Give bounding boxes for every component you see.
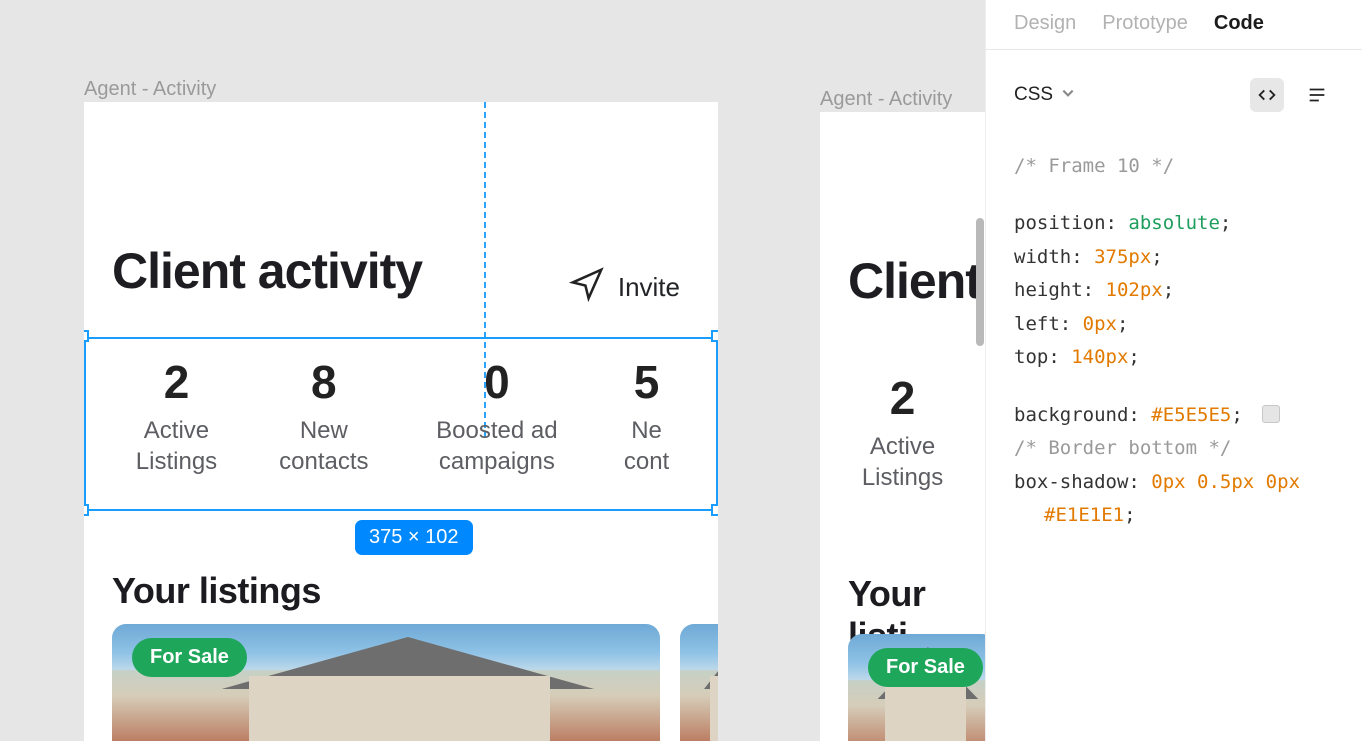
invite-button[interactable]: Invite [568, 265, 680, 310]
canvas-scrollbar[interactable] [976, 218, 984, 346]
listing-card[interactable]: For Sale [848, 634, 985, 741]
page-title: Client [848, 252, 985, 310]
tab-prototype[interactable]: Prototype [1102, 12, 1188, 35]
color-swatch[interactable] [1262, 405, 1280, 423]
frame-label-b[interactable]: Agent - Activity [820, 88, 952, 111]
artboard-agent-activity-a[interactable]: Client activity Invite 2 ActiveListings … [84, 102, 718, 741]
selection-dimensions-badge: 375 × 102 [355, 520, 473, 555]
code-line: box-shadow: 0px 0.5px 0px [1014, 468, 1334, 497]
tab-design[interactable]: Design [1014, 12, 1076, 35]
send-icon [568, 265, 606, 310]
inspector-panel: Design Prototype Code CSS /* Frame 10 */… [985, 0, 1362, 741]
code-comment: /* Frame 10 */ [1014, 152, 1334, 181]
stats-row: 2 ActiveListings [820, 347, 985, 521]
code-line: top: 140px; [1014, 343, 1334, 372]
selection-handle-tl[interactable] [84, 330, 89, 342]
chevron-down-icon [1061, 84, 1075, 106]
listing-card[interactable]: For Sale [112, 624, 660, 741]
code-line: position: absolute; [1014, 209, 1334, 238]
list-view-icon[interactable] [1300, 78, 1334, 112]
selection-outline [84, 337, 718, 511]
design-canvas[interactable]: Agent - Activity Agent - Activity Client… [0, 0, 985, 741]
frame-label-a[interactable]: Agent - Activity [84, 78, 216, 101]
code-line: #E1E1E1; [1014, 501, 1334, 530]
artboard-agent-activity-b[interactable]: Client 2 ActiveListings Your listi For S… [820, 112, 985, 741]
stat-label: ActiveListings [820, 431, 985, 493]
selection-handle-bl[interactable] [84, 504, 89, 516]
code-line: left: 0px; [1014, 310, 1334, 339]
for-sale-badge: For Sale [868, 648, 983, 687]
code-pane[interactable]: /* Frame 10 */ position: absolute; width… [986, 122, 1362, 530]
code-language-select[interactable]: CSS [1014, 84, 1075, 106]
invite-label: Invite [618, 272, 680, 303]
code-line: background: #E5E5E5; [1014, 401, 1334, 430]
inspector-tabs: Design Prototype Code [986, 0, 1362, 50]
listing-photo [680, 624, 718, 741]
code-line: width: 375px; [1014, 243, 1334, 272]
stat-value: 2 [820, 371, 985, 425]
tab-code[interactable]: Code [1214, 12, 1264, 35]
code-comment: /* Border bottom */ [1014, 434, 1334, 463]
selection-handle-tr[interactable] [711, 330, 718, 342]
selection-handle-br[interactable] [711, 504, 718, 516]
listings-heading: Your listings [112, 570, 321, 612]
code-line: height: 102px; [1014, 276, 1334, 305]
code-language-label: CSS [1014, 84, 1053, 106]
listing-card-peek[interactable] [680, 624, 718, 741]
for-sale-badge: For Sale [132, 638, 247, 677]
code-view-icon[interactable] [1250, 78, 1284, 112]
